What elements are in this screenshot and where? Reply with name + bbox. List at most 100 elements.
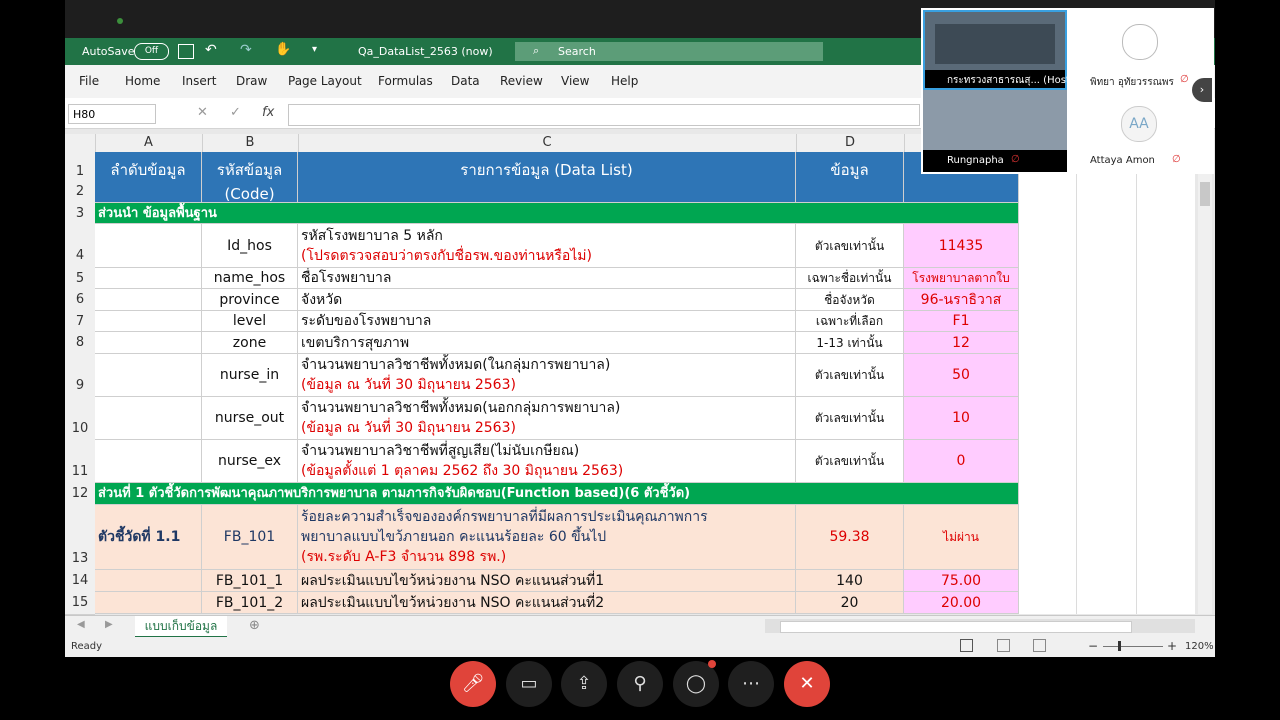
sheet-tab[interactable]: แบบเก็บข้อมูล	[135, 616, 227, 638]
cell-d11[interactable]: ตัวเลขเท่านั้น	[796, 440, 904, 483]
cell-a8[interactable]	[95, 332, 202, 354]
cell-a5[interactable]	[95, 268, 202, 289]
cell-d14[interactable]: 140	[796, 570, 904, 592]
cell-a13[interactable]: ตัวชี้วัดที่ 1.1	[95, 505, 202, 570]
tab-view[interactable]: View	[561, 74, 589, 88]
row-header[interactable]: 10	[65, 397, 95, 441]
cell-a9[interactable]	[95, 354, 202, 397]
cell-d10[interactable]: ตัวเลขเท่านั้น	[796, 397, 904, 440]
tab-data[interactable]: Data	[451, 74, 480, 88]
cell-c8[interactable]: เขตบริการสุขภาพ	[298, 332, 796, 354]
cell-d15[interactable]: 20	[796, 592, 904, 614]
cell-b13[interactable]: FB_101	[202, 505, 298, 570]
video-tile-2[interactable]: พิทยา อุทัยวรรณพร ∅	[1068, 10, 1212, 90]
row-header[interactable]: 14	[65, 570, 95, 593]
row-header[interactable]: 13	[65, 505, 95, 571]
cell-b14[interactable]: FB_101_1	[202, 570, 298, 592]
col-header-b[interactable]: B	[202, 134, 299, 152]
page-break-view-icon[interactable]	[1033, 639, 1046, 652]
page-layout-view-icon[interactable]	[997, 639, 1010, 652]
cell-e6[interactable]: 96-นราธิวาส	[904, 289, 1019, 311]
share-screen-button[interactable]: ⇪	[561, 661, 607, 707]
leave-call-button[interactable]: ✕	[784, 661, 830, 707]
zoom-slider-thumb[interactable]	[1118, 641, 1121, 651]
cell-c7[interactable]: ระดับของโรงพยาบาล	[298, 311, 796, 332]
section-band[interactable]: ส่วนนำ ข้อมูลพื้นฐาน	[95, 203, 1019, 224]
file-name[interactable]: Qa_DataList_2563 (now)	[358, 45, 493, 58]
cell-e13[interactable]: ไม่ผ่าน	[904, 505, 1019, 570]
cell-d8[interactable]: 1-13 เท่านั้น	[796, 332, 904, 354]
hscroll-thumb[interactable]	[780, 621, 1132, 633]
cell-e5[interactable]: โรงพยาบาลตากใบ	[904, 268, 1019, 289]
cell-c5[interactable]: ชื่อโรงพยาบาล	[298, 268, 796, 289]
tab-review[interactable]: Review	[500, 74, 543, 88]
cell-b4[interactable]: Id_hos	[202, 224, 298, 268]
cancel-icon[interactable]: ✕	[197, 105, 208, 120]
normal-view-icon[interactable]	[960, 639, 973, 652]
tab-formulas[interactable]: Formulas	[378, 74, 433, 88]
camera-button[interactable]: ▭	[506, 661, 552, 707]
cell-a1[interactable]: ลำดับข้อมูล	[95, 152, 202, 203]
cell-b9[interactable]: nurse_in	[202, 354, 298, 397]
row-header[interactable]: 11	[65, 440, 95, 484]
cell-c1[interactable]: รายการข้อมูล (Data List)	[298, 152, 796, 203]
tab-page-layout[interactable]: Page Layout	[288, 74, 362, 88]
cell-d7[interactable]: เฉพาะที่เลือก	[796, 311, 904, 332]
redo-icon[interactable]: ↷	[240, 42, 252, 58]
cell-a15[interactable]	[95, 592, 202, 614]
col-header-c[interactable]: C	[298, 134, 797, 152]
search-box[interactable]: ⌕ Search	[515, 42, 823, 61]
cell-c6[interactable]: จังหวัด	[298, 289, 796, 311]
col-header-d[interactable]: D	[796, 134, 905, 152]
cell-c15[interactable]: ผลประเมินแบบไขว้หน่วยงาน NSO คะแนนส่วนที…	[298, 592, 796, 614]
cell-d9[interactable]: ตัวเลขเท่านั้น	[796, 354, 904, 397]
row-header[interactable]: 3	[65, 203, 95, 225]
zoom-out-icon[interactable]: −	[1088, 639, 1098, 653]
row-header[interactable]: 6	[65, 289, 95, 312]
row-header[interactable]: 15	[65, 592, 95, 615]
row-header[interactable]: 1	[65, 152, 95, 182]
row-header[interactable]: 8	[65, 332, 95, 355]
cell-b7[interactable]: level	[202, 311, 298, 332]
video-tile-3[interactable]: Rungnapha ∅	[923, 90, 1067, 172]
cell-d1[interactable]: ข้อมูล	[796, 152, 904, 203]
fx-icon[interactable]: fx	[262, 105, 274, 120]
section-band[interactable]: ส่วนที่ 1 ตัวชี้วัดการพัฒนาคุณภาพบริการพ…	[95, 483, 1019, 505]
cell-d13[interactable]: 59.38	[796, 505, 904, 570]
autosave-toggle[interactable]: Off	[134, 43, 169, 60]
next-sheet-icon[interactable]: ▶	[105, 619, 113, 630]
zoom-level[interactable]: 120%	[1185, 641, 1214, 652]
cell-c13[interactable]: ร้อยละความสำเร็จขององค์กรพยาบาลที่มีผลกา…	[298, 505, 796, 570]
cell-a11[interactable]	[95, 440, 202, 483]
tab-help[interactable]: Help	[611, 74, 638, 88]
scroll-thumb[interactable]	[1200, 182, 1210, 206]
cell-e9[interactable]: 50	[904, 354, 1019, 397]
cell-e4[interactable]: 11435	[904, 224, 1019, 268]
cell-d6[interactable]: ชื่อจังหวัด	[796, 289, 904, 311]
participants-button[interactable]: ⚲	[617, 661, 663, 707]
enter-icon[interactable]: ✓	[230, 105, 241, 120]
mic-mute-button[interactable]: 🎤︎	[450, 661, 496, 707]
row-header[interactable]: 9	[65, 354, 95, 398]
cell-a6[interactable]	[95, 289, 202, 311]
cell-a14[interactable]	[95, 570, 202, 592]
cell-a7[interactable]	[95, 311, 202, 332]
formula-input[interactable]	[288, 104, 920, 126]
cell-d5[interactable]: เฉพาะชื่อเท่านั้น	[796, 268, 904, 289]
tab-insert[interactable]: Insert	[182, 74, 216, 88]
select-all-corner[interactable]	[65, 134, 96, 152]
cell-a10[interactable]	[95, 397, 202, 440]
touch-mode-icon[interactable]: ✋	[275, 42, 291, 57]
cell-e8[interactable]: 12	[904, 332, 1019, 354]
video-tile-host[interactable]: กระทรวงสาธารณสุ... (Host)	[923, 10, 1074, 90]
cell-c14[interactable]: ผลประเมินแบบไขว้หน่วยงาน NSO คะแนนส่วนที…	[298, 570, 796, 592]
customize-qat-icon[interactable]: ▾	[312, 44, 317, 55]
zoom-in-icon[interactable]: +	[1167, 639, 1177, 653]
add-sheet-icon[interactable]: ⊕	[249, 618, 260, 633]
horizontal-scrollbar[interactable]	[765, 619, 1195, 633]
more-options-button[interactable]: ⋯	[728, 661, 774, 707]
prev-sheet-icon[interactable]: ◀	[77, 619, 85, 630]
video-tile-4[interactable]: AA Attaya Amon ∅	[1068, 90, 1212, 172]
row-header[interactable]: 7	[65, 311, 95, 333]
vertical-scrollbar[interactable]	[1198, 152, 1212, 614]
